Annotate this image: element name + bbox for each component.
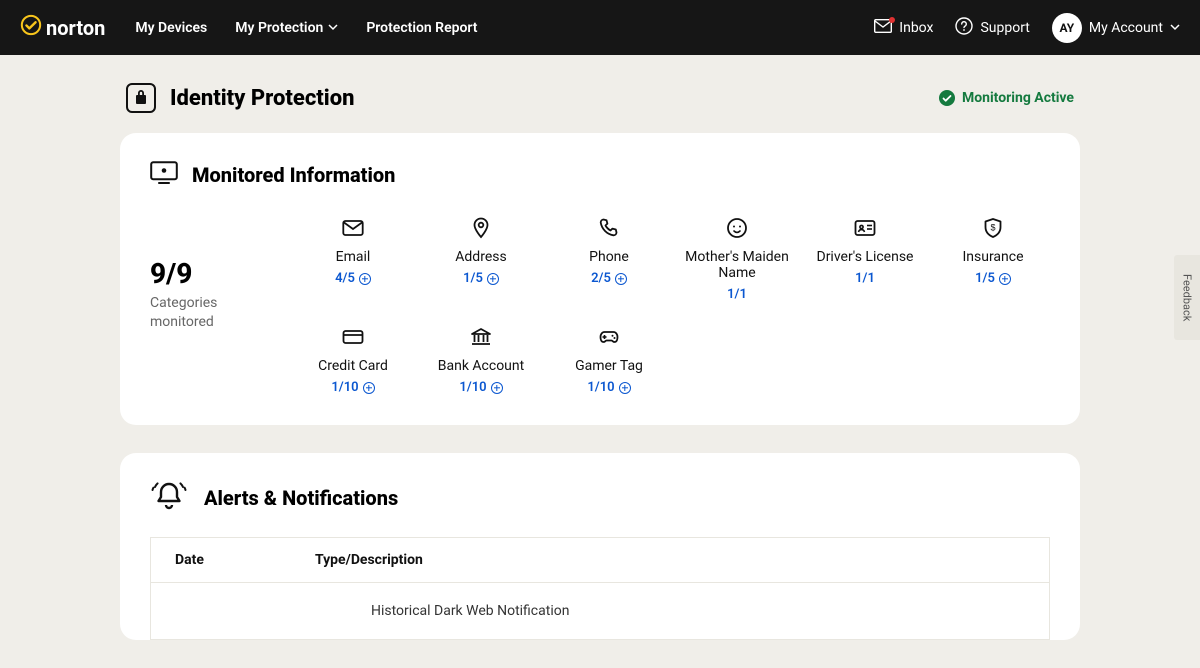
check-circle-icon — [939, 90, 955, 106]
mon-label: Gamer Tag — [575, 358, 643, 374]
nav-links: My Devices My Protection Protection Repo… — [135, 20, 477, 36]
feedback-tab[interactable]: Feedback — [1174, 255, 1200, 340]
table-row[interactable]: Historical Dark Web Notification — [150, 583, 1050, 640]
mon-label: Bank Account — [438, 358, 524, 374]
identity-protection-icon — [126, 83, 156, 113]
mon-count: 1/1 — [727, 287, 747, 302]
face-icon — [726, 217, 748, 243]
plus-circle-icon — [491, 382, 503, 394]
id-card-icon — [854, 217, 876, 243]
top-nav: norton My Devices My Protection Protecti… — [0, 0, 1200, 55]
mail-icon — [874, 19, 892, 37]
alerts-card: Alerts & Notifications Date Type/Descrip… — [120, 453, 1080, 640]
card-header: Monitored Information — [150, 161, 1050, 189]
brand-text: norton — [46, 16, 105, 40]
page-container: Identity Protection Monitoring Active Mo… — [120, 55, 1080, 640]
address-pin-icon — [470, 217, 492, 243]
shield-dollar-icon: $ — [982, 217, 1004, 243]
nav-my-account[interactable]: AY My Account — [1052, 13, 1180, 43]
summary-count: 9/9 — [150, 257, 260, 290]
monitored-info-card: Monitored Information 9/9 Categories mon… — [120, 133, 1080, 425]
mon-label: Phone — [589, 249, 629, 265]
nav-inbox[interactable]: Inbox — [874, 19, 933, 37]
bell-alert-icon — [150, 481, 188, 515]
avatar: AY — [1052, 13, 1082, 43]
plus-circle-icon — [359, 273, 371, 285]
nav-my-protection[interactable]: My Protection — [235, 20, 338, 36]
mon-label: Driver's License — [817, 249, 914, 265]
mon-item-dl: Driver's License 1/1 — [808, 217, 922, 302]
mon-count-link[interactable]: 1/5 — [975, 271, 1011, 286]
alerts-table-header: Date Type/Description — [150, 537, 1050, 583]
brand-logo[interactable]: norton — [20, 14, 105, 41]
mon-item-gamer: Gamer Tag 1/10 — [552, 326, 666, 395]
mon-count-link[interactable]: 1/5 — [463, 271, 499, 286]
mon-label: Insurance — [962, 249, 1023, 265]
phone-icon — [598, 217, 620, 243]
plus-circle-icon — [615, 273, 627, 285]
credit-card-icon — [342, 326, 364, 352]
mon-item-bank: Bank Account 1/10 — [424, 326, 538, 395]
mon-count-link[interactable]: 1/10 — [331, 380, 374, 395]
question-circle-icon — [955, 17, 973, 39]
mon-item-creditcard: Credit Card 1/10 — [296, 326, 410, 395]
chevron-down-icon — [328, 20, 338, 36]
td-desc: Historical Dark Web Notification — [315, 603, 569, 619]
plus-circle-icon — [619, 382, 631, 394]
card-header: Alerts & Notifications — [150, 481, 1050, 515]
mon-label: Email — [336, 249, 371, 265]
plus-circle-icon — [363, 382, 375, 394]
monitoring-status: Monitoring Active — [939, 90, 1074, 106]
mon-item-phone: Phone 2/5 — [552, 217, 666, 302]
mon-item-email: Email 4/5 — [296, 217, 410, 302]
mon-label: Credit Card — [318, 358, 388, 374]
summary-label: Categories monitored — [150, 294, 260, 332]
mon-label: Mother's Maiden Name — [680, 249, 794, 281]
page-title-group: Identity Protection — [126, 83, 355, 113]
bank-icon — [470, 326, 492, 352]
norton-check-icon — [20, 14, 42, 41]
mon-count-link[interactable]: 1/10 — [459, 380, 502, 395]
monitored-summary: 9/9 Categories monitored — [150, 217, 260, 395]
mon-count: 1/1 — [855, 271, 875, 286]
card-title: Monitored Information — [192, 163, 395, 187]
plus-circle-icon — [487, 273, 499, 285]
td-date — [175, 603, 315, 619]
mon-item-address: Address 1/5 — [424, 217, 538, 302]
plus-circle-icon — [999, 273, 1011, 285]
mon-label: Address — [455, 249, 506, 265]
nav-protection-report[interactable]: Protection Report — [366, 20, 477, 36]
page-title: Identity Protection — [170, 86, 355, 111]
monitor-icon — [150, 161, 178, 189]
th-date: Date — [175, 552, 315, 568]
mon-item-insurance: $ Insurance 1/5 — [936, 217, 1050, 302]
nav-my-devices[interactable]: My Devices — [135, 20, 207, 36]
mon-count-link[interactable]: 4/5 — [335, 271, 371, 286]
th-desc: Type/Description — [315, 552, 423, 568]
page-header: Identity Protection Monitoring Active — [120, 83, 1080, 113]
nav-right: Inbox Support AY My Account — [874, 13, 1180, 43]
monitored-grid: Email 4/5 Address 1/5 Phone 2/5 — [296, 217, 1050, 395]
nav-support[interactable]: Support — [955, 17, 1029, 39]
gamepad-icon — [598, 326, 620, 352]
mon-count-link[interactable]: 2/5 — [591, 271, 627, 286]
card-title: Alerts & Notifications — [204, 486, 398, 510]
email-icon — [342, 217, 364, 243]
mon-item-mmn: Mother's Maiden Name 1/1 — [680, 217, 794, 302]
mon-count-link[interactable]: 1/10 — [587, 380, 630, 395]
svg-text:$: $ — [990, 223, 995, 233]
notification-dot — [889, 17, 895, 23]
chevron-down-icon — [1170, 20, 1180, 36]
